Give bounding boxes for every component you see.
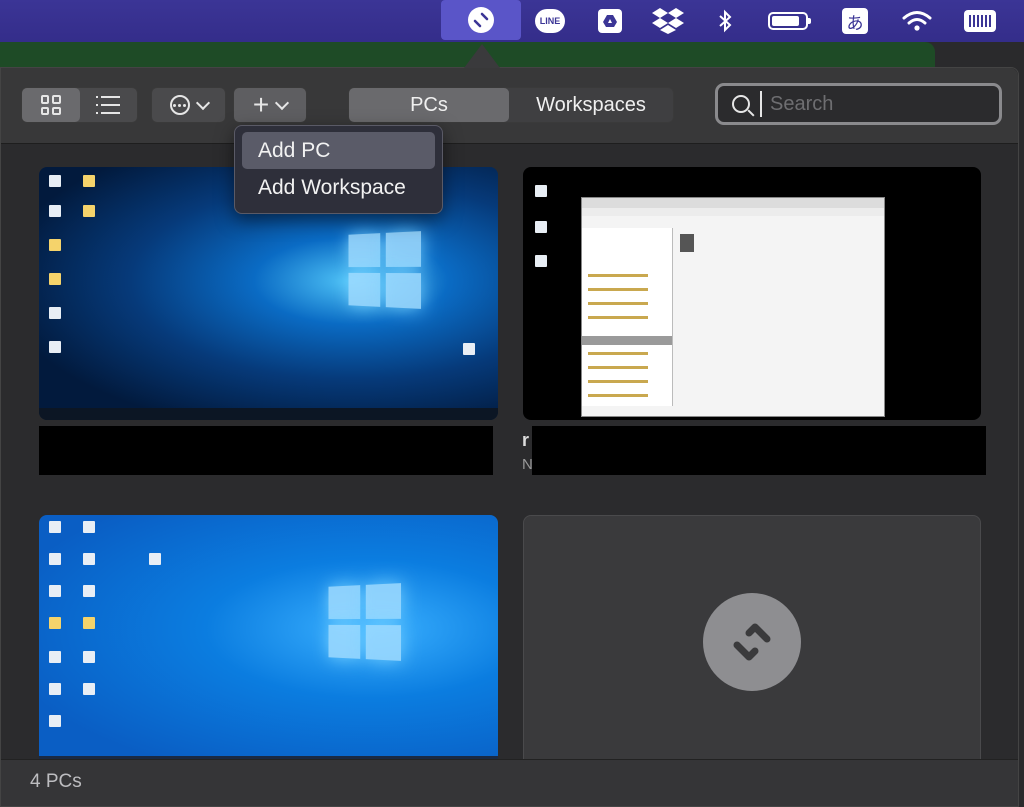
pc-name-redacted: [39, 426, 493, 475]
pc-name-peek: r: [522, 430, 530, 450]
grid-icon: [40, 95, 61, 115]
toolbar: + PCs Workspaces: [1, 68, 1018, 144]
line-icon: LINE: [535, 9, 565, 33]
tab-workspaces[interactable]: Workspaces: [509, 88, 673, 122]
keyboard-menu-item[interactable]: [960, 6, 1000, 36]
taskbar: [39, 408, 498, 420]
search-box: [715, 83, 1002, 125]
remote-desktop-icon: [468, 7, 494, 33]
pc-subtitle-peek: N: [522, 456, 533, 473]
pc-thumbnail[interactable]: [523, 167, 981, 420]
list-view-button[interactable]: [80, 88, 138, 122]
search-input[interactable]: [768, 91, 992, 117]
remote-desktop-icon: [703, 592, 801, 691]
pc-count-label: 4 PCs: [30, 771, 82, 792]
battery-icon: [768, 12, 811, 30]
google-drive-menu-item[interactable]: [593, 6, 627, 36]
add-button[interactable]: +: [233, 87, 307, 123]
search-icon: [732, 95, 750, 113]
popover-arrow: [464, 44, 500, 68]
tab-pcs[interactable]: PCs: [349, 88, 509, 122]
battery-menu-item[interactable]: [764, 6, 812, 36]
list-icon: [96, 96, 121, 114]
line-menu-item[interactable]: LINE: [533, 6, 567, 36]
plus-icon: +: [252, 89, 270, 120]
remote-desktop-popover: + PCs Workspaces Add PC Add Workspace: [0, 44, 1019, 807]
pc-name-redacted: [532, 426, 986, 475]
grid-view-button[interactable]: [22, 88, 80, 122]
remote-desktop-menu-item[interactable]: [441, 0, 521, 40]
keyboard-icon: [964, 10, 996, 32]
text-caret: [760, 91, 762, 117]
google-drive-icon: [598, 9, 622, 33]
pc-thumbnail-placeholder[interactable]: [523, 515, 981, 768]
chevron-down-icon: [195, 95, 210, 111]
dropbox-menu-item[interactable]: [650, 6, 686, 36]
add-dropdown-menu: Add PC Add Workspace: [234, 125, 443, 214]
windows-logo: [328, 583, 402, 661]
tab-switcher: PCs Workspaces: [348, 87, 674, 123]
more-options-button[interactable]: [151, 87, 226, 123]
chevron-down-icon: [275, 95, 290, 111]
dropbox-icon: [652, 8, 684, 34]
wifi-menu-item[interactable]: [900, 6, 934, 36]
bluetooth-menu-item[interactable]: [710, 6, 740, 36]
file-manager-window: [581, 197, 885, 417]
menu-item-add-workspace[interactable]: Add Workspace: [242, 169, 435, 206]
bluetooth-icon: [719, 9, 732, 33]
view-toggle: [21, 87, 138, 123]
status-bar: 4 PCs: [1, 759, 1018, 806]
input-method-menu-item[interactable]: あ: [840, 6, 870, 36]
menu-item-add-pc[interactable]: Add PC: [242, 132, 435, 169]
macos-menu-bar: LINE あ: [0, 0, 1024, 42]
ellipsis-icon: [169, 95, 190, 115]
input-method-icon: あ: [842, 8, 868, 34]
wifi-icon: [902, 11, 932, 31]
pc-thumbnail[interactable]: [39, 515, 498, 768]
windows-logo: [348, 231, 422, 309]
